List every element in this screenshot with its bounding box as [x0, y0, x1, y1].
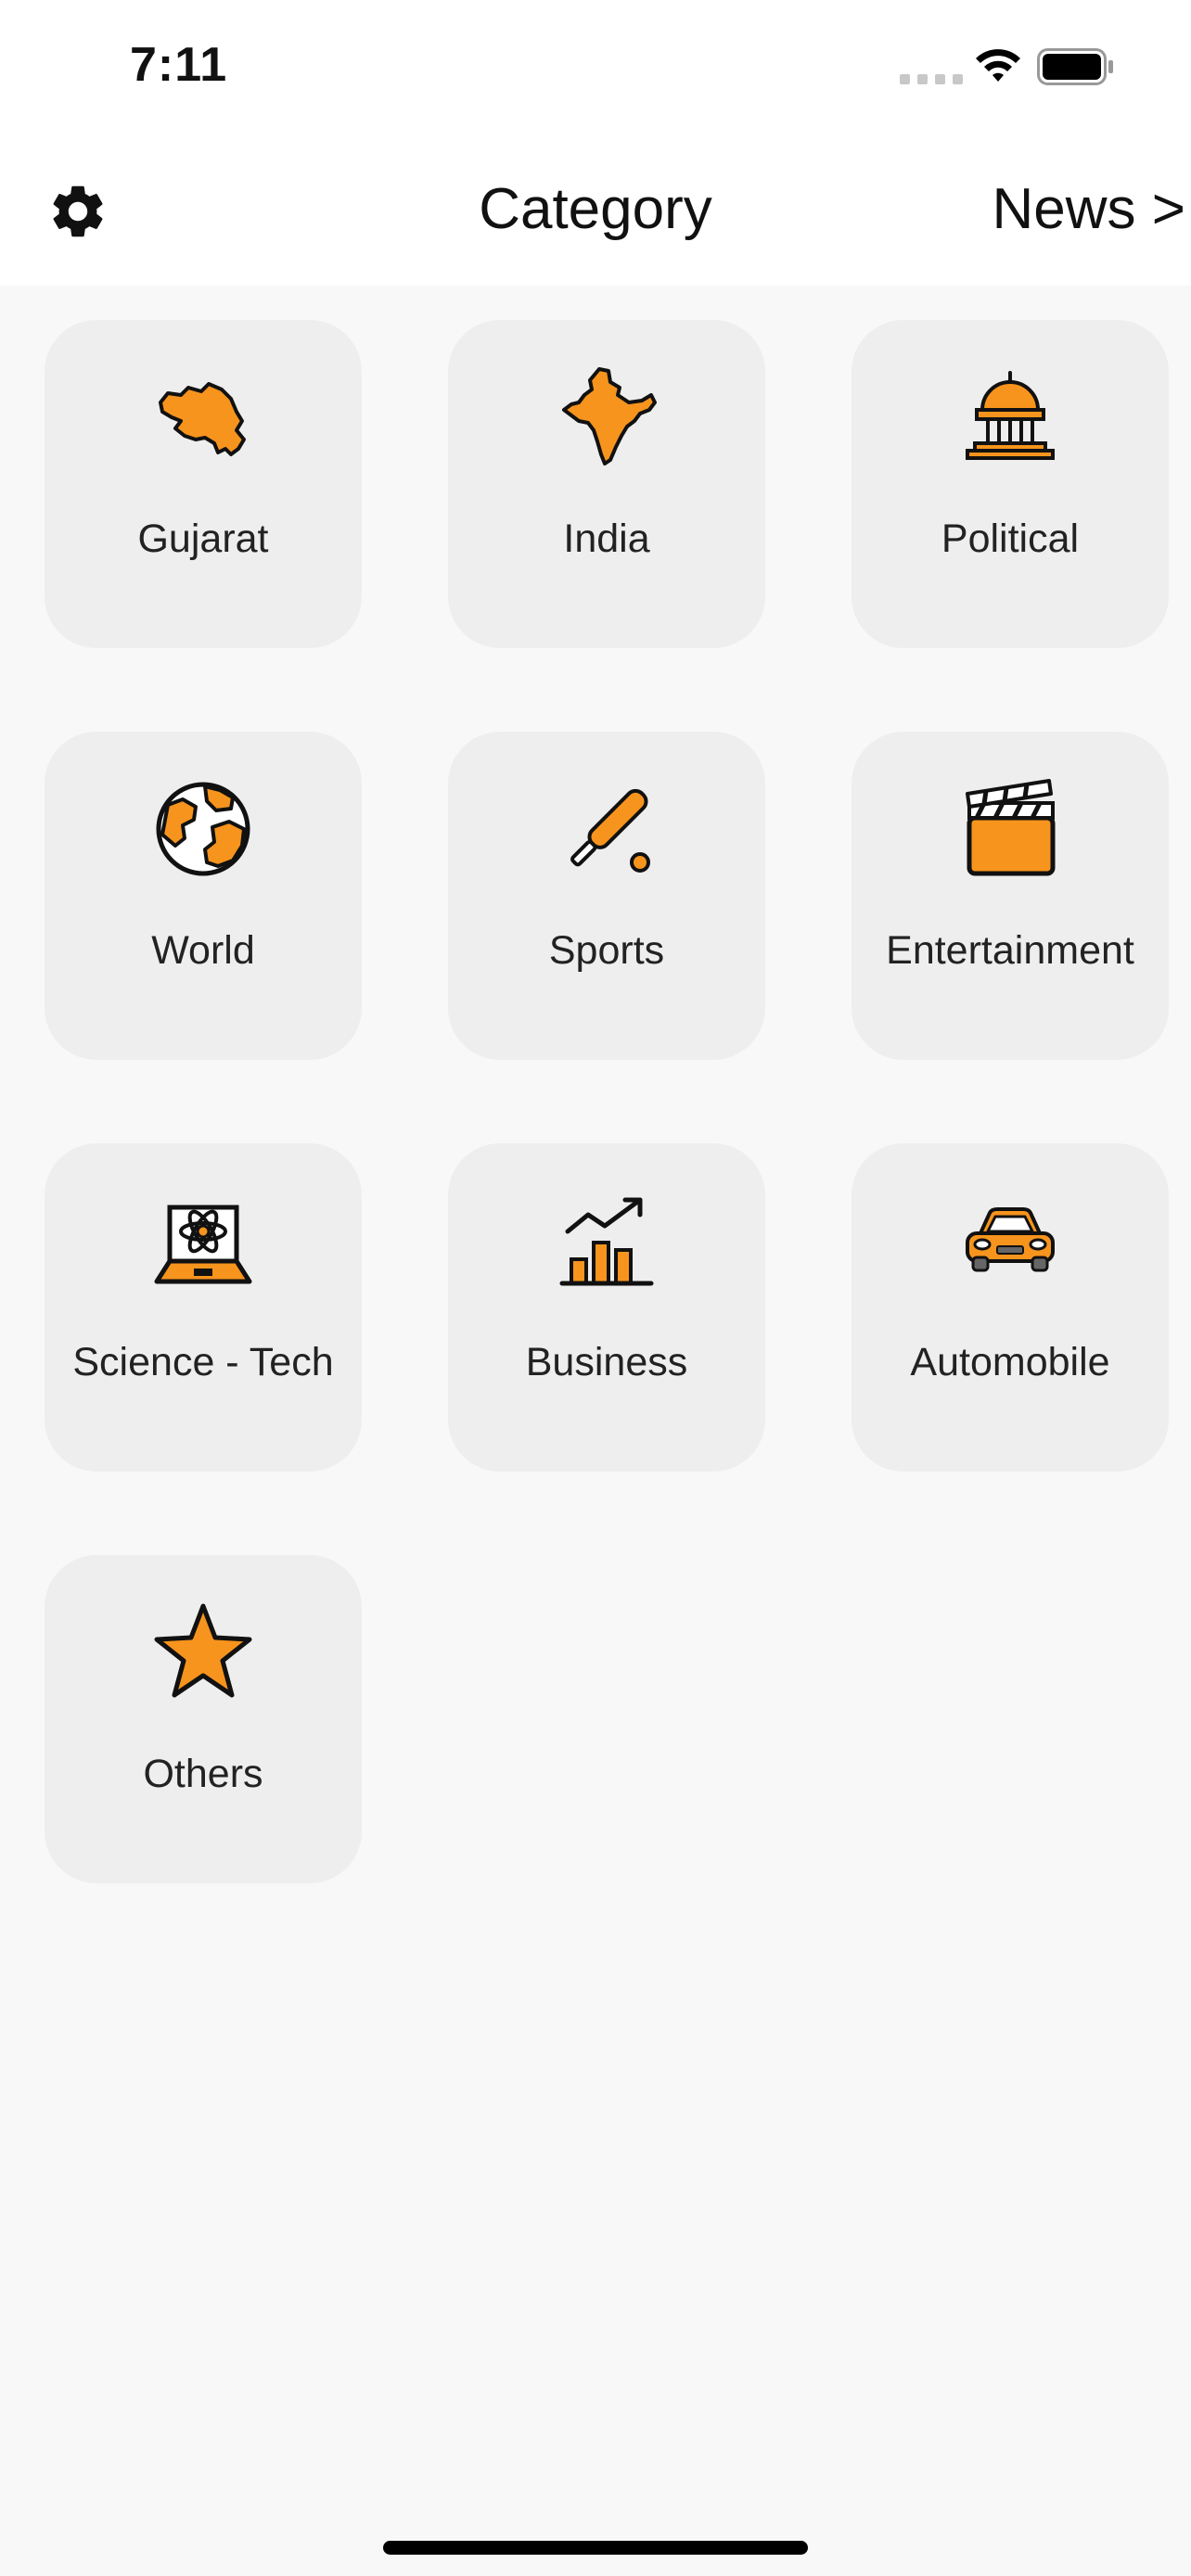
- cricket-bat-ball-icon: [570, 788, 650, 873]
- category-tile-science-tech[interactable]: Science - Tech: [45, 1143, 362, 1472]
- category-tile-business[interactable]: Business: [448, 1143, 765, 1472]
- category-label: India: [563, 516, 650, 561]
- status-time: 7:11: [130, 38, 228, 92]
- category-label: Automobile: [910, 1340, 1110, 1384]
- category-tile-political[interactable]: Political: [852, 320, 1169, 648]
- category-tile-others[interactable]: Others: [45, 1555, 362, 1883]
- category-tile-india[interactable]: India: [448, 320, 765, 648]
- news-nav-button[interactable]: News >: [992, 176, 1191, 242]
- category-tile-gujarat[interactable]: Gujarat: [45, 320, 362, 648]
- category-label: Political: [941, 516, 1080, 561]
- category-label: Science - Tech: [72, 1340, 334, 1384]
- category-label: World: [151, 928, 255, 973]
- capitol-building-icon: [966, 371, 1055, 460]
- gujarat-map-icon: [159, 382, 246, 456]
- india-map-icon: [562, 367, 657, 465]
- category-tile-automobile[interactable]: Automobile: [852, 1143, 1169, 1472]
- star-icon: [154, 1603, 252, 1698]
- category-label: Business: [525, 1340, 688, 1384]
- wifi-icon: [976, 49, 1020, 82]
- status-bar: 7:11: [0, 0, 1191, 139]
- category-label: Others: [143, 1752, 263, 1796]
- category-screen: 7:11 Category News > Gujarat India Polit…: [0, 0, 1191, 2576]
- category-label: Gujarat: [137, 516, 269, 561]
- car-icon: [966, 1207, 1055, 1272]
- cellular-signal-icon: [900, 74, 963, 84]
- category-tile-sports[interactable]: Sports: [448, 732, 765, 1060]
- category-label: Sports: [548, 928, 665, 973]
- atom-laptop-icon: [154, 1205, 252, 1284]
- globe-icon: [156, 782, 250, 876]
- category-label: Entertainment: [886, 928, 1134, 973]
- home-indicator[interactable]: [383, 2541, 808, 2555]
- category-tile-world[interactable]: World: [45, 732, 362, 1060]
- app-bar: Category News >: [0, 139, 1191, 286]
- category-grid: Gujarat India Political World Sports Ent…: [45, 320, 1169, 1883]
- clapperboard-icon: [966, 779, 1056, 876]
- growth-chart-icon: [559, 1197, 654, 1286]
- battery-icon: [1037, 48, 1113, 85]
- category-tile-entertainment[interactable]: Entertainment: [852, 732, 1169, 1060]
